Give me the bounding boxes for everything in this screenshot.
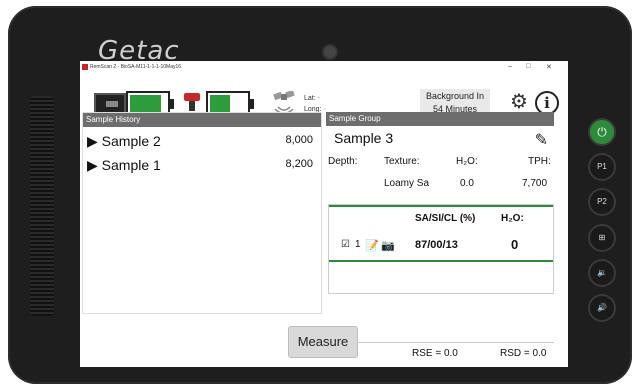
expand-arrow-icon: ▶	[87, 133, 98, 149]
texture-value: Loamy Sa	[384, 178, 430, 189]
result-box: SA/SI/CL (%) H₂O: ☑ 1 📝 📷 87/00/13 0	[328, 204, 554, 294]
battery-nub	[250, 99, 254, 109]
history-item[interactable]: ▶ Sample 2 8,000	[87, 133, 313, 150]
tph-value: 7,700	[522, 178, 548, 189]
rse-value: RSE = 0.0	[412, 348, 458, 359]
sample-group-header: Sample Group	[326, 112, 554, 126]
sample-group-panel: Sample Group Sample 3 ✎ Depth: Texture: …	[326, 112, 554, 362]
scanner-probe-icon	[184, 93, 200, 111]
gear-icon[interactable]: ⚙	[510, 89, 528, 114]
sample-group-title: Sample 3	[334, 130, 394, 146]
p2-button[interactable]: P2	[590, 190, 614, 214]
p1-button[interactable]: P1	[590, 155, 614, 179]
depth-label: Depth:	[328, 156, 358, 167]
battery-nub	[170, 99, 174, 109]
history-item-label: Sample 1	[101, 157, 161, 173]
close-button[interactable]: ✕	[546, 63, 552, 71]
result-texture: 87/00/13	[415, 239, 458, 251]
power-button[interactable]: ⏻	[590, 120, 614, 144]
tablet-battery-fill	[210, 95, 230, 113]
result-row-index: 1	[355, 239, 361, 250]
window-title: RemScan 2 - BioSA-M11-1-1-1-10May16	[90, 64, 182, 70]
h2o-value: 0.0	[460, 178, 474, 189]
measure-button[interactable]: Measure	[288, 326, 358, 358]
rsd-value: RSD = 0.0	[500, 348, 547, 359]
history-item-value: 8,000	[285, 134, 313, 146]
tph-label: TPH:	[528, 156, 551, 167]
expand-arrow-icon: ▶	[87, 157, 98, 173]
background-label: Background In	[425, 91, 485, 101]
app-icon	[82, 64, 88, 70]
result-checkbox[interactable]: ☑	[341, 239, 350, 250]
front-camera	[324, 46, 336, 58]
lat-label: Lat:	[304, 95, 316, 102]
volume-up-button[interactable]: 🔊	[590, 296, 614, 320]
result-header-h2o: H₂O:	[501, 213, 524, 224]
history-item-label: Sample 2	[101, 133, 161, 149]
history-item[interactable]: ▶ Sample 1 8,200	[87, 157, 313, 174]
device-battery-fill	[130, 95, 161, 113]
camera-icon[interactable]: 📷	[381, 239, 395, 252]
h2o-label: H₂O:	[456, 156, 478, 167]
accent-divider	[329, 205, 553, 207]
volume-down-button[interactable]: 🔉	[590, 261, 614, 285]
left-grip	[30, 96, 54, 316]
divider	[328, 342, 554, 343]
sample-history-header: Sample History	[83, 113, 321, 127]
windows-button[interactable]: ⊞	[590, 226, 614, 250]
pencil-icon[interactable]: ✎	[535, 130, 548, 150]
minimize-button[interactable]: –	[508, 63, 512, 70]
result-header-texture: SA/SI/CL (%)	[415, 213, 476, 224]
status-bar: Lat: - Long: - Background In 54 Minutes …	[80, 73, 568, 118]
app-screen: RemScan 2 - BioSA-M11-1-1-1-10May16 – □ …	[80, 61, 568, 367]
accent-divider	[329, 260, 553, 262]
sample-history-panel: Sample History ▶ Sample 2 8,000 ▶ Sample…	[82, 112, 322, 314]
texture-label: Texture:	[384, 156, 420, 167]
history-item-value: 8,200	[285, 158, 313, 170]
note-icon[interactable]: 📝	[365, 239, 379, 252]
restore-button[interactable]: □	[526, 63, 530, 70]
result-h2o: 0	[511, 237, 519, 252]
